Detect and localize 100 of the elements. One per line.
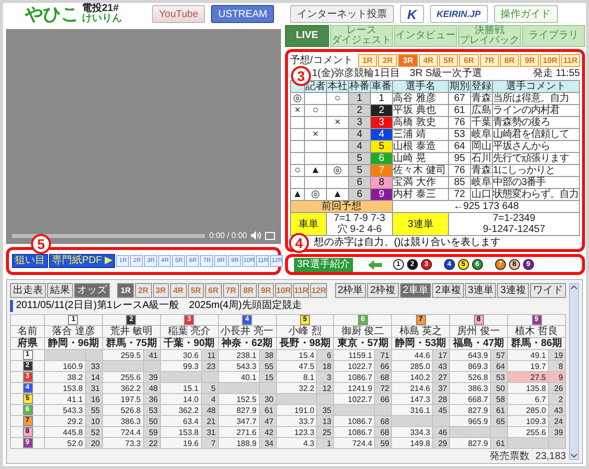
race-tab[interactable]: 8R [500, 54, 520, 67]
bet-type-tab[interactable]: 2車複 [432, 283, 464, 298]
start-time: 発走 11:55 [532, 68, 580, 79]
race-tab[interactable]: 7R [222, 283, 240, 298]
link-button[interactable]: 狙い目 [12, 254, 48, 268]
mark-cell: ○ [290, 164, 304, 176]
time-display: 0:00 / 0:00 [209, 231, 247, 240]
link-button[interactable]: YouTube [152, 5, 206, 23]
annotation-number: 5 [31, 234, 51, 254]
column-header: 選手名 [392, 80, 448, 92]
view-tab[interactable]: 結果 [47, 283, 73, 298]
race-tab[interactable]: 1R [117, 283, 134, 298]
race-tab[interactable]: 2R [378, 54, 398, 67]
intro-button[interactable]: 3R選手紹介 [294, 258, 353, 272]
tab[interactable]: LIVE [285, 25, 329, 47]
scroll-up-icon[interactable] [570, 284, 578, 290]
table-cell: ←925 173 648 [392, 200, 580, 212]
race-info: 1(金)弥彦競輪1日目 3R S級一次予選 [312, 68, 482, 79]
race-tab[interactable]: 12R [310, 283, 328, 298]
rider-name: 稲葉 亮介 [160, 326, 218, 338]
rider-name: 植木 哲良 [508, 326, 566, 338]
race-tab[interactable]: 2R [134, 283, 152, 298]
rider-name: 荒井 敏明 [102, 326, 160, 338]
rider-prefecture: 神奈・62期 [218, 338, 276, 350]
column-header: 期別 [448, 80, 470, 92]
rider-name: 柿島 英之 [392, 326, 450, 338]
race-tab[interactable]: 11R [560, 54, 580, 67]
mark-cell [290, 152, 304, 164]
table-cell: 高谷 雅彦 [392, 92, 448, 104]
logo-text: やひこ [25, 3, 79, 25]
bet-type-tab[interactable]: 3連複 [497, 283, 529, 298]
view-tab[interactable]: オッズ [74, 283, 110, 298]
table-cell: 先行で頑張ります [492, 152, 580, 164]
table-cell: 青森勢の後ろ [492, 116, 580, 128]
table-cell: 宝満 大作 [392, 176, 448, 188]
mark-cell [290, 140, 304, 152]
table-cell: 当所は得意。自力 [492, 92, 580, 104]
bet-type-tab[interactable]: 2枠複 [367, 283, 399, 298]
tab[interactable]: ライブラリ [522, 25, 585, 47]
tab[interactable]: レース ダイジェスト [330, 25, 393, 47]
race-tab[interactable]: 8R [240, 283, 257, 298]
race-tab[interactable]: 9R [520, 54, 540, 67]
rider-prefecture: 群馬・86期 [508, 338, 566, 350]
arrow-left-icon[interactable] [368, 260, 382, 270]
race-tab[interactable]: 10R [275, 283, 292, 298]
table-cell: 状態変わらず。自力 [492, 188, 580, 200]
bet-type-tab[interactable]: 2枠単 [334, 283, 366, 298]
race-tab[interactable]: 5R [188, 283, 204, 298]
note-text: 想の赤字は自力、()は競り合いを表します [314, 237, 501, 248]
race-tab[interactable]: 6R [205, 283, 222, 298]
race-tab[interactable]: 6R [459, 54, 479, 67]
race-tab[interactable]: 11R [292, 283, 310, 298]
link-button[interactable]: USTREAM [211, 5, 274, 23]
link-button[interactable]: 専門紙PDF ▶ [49, 254, 116, 268]
scroll-down-icon[interactable] [570, 453, 578, 459]
column-header: 本社 [326, 80, 348, 92]
link-button[interactable]: インターネット投票 [290, 5, 394, 23]
rider-prefecture: 千葉・90期 [160, 338, 218, 350]
race-tab[interactable]: 5R [438, 54, 458, 67]
table-cell: 山崎 晃 [392, 152, 448, 164]
race-tab[interactable]: 1R [358, 54, 378, 67]
column-header: 登録 [470, 80, 492, 92]
bet-type-tab[interactable]: 3連単 [464, 283, 496, 298]
table-cell: 7=1-2349 9-1247-12457 [448, 212, 580, 236]
tab[interactable]: 決勝戦 プレイバック [458, 25, 521, 47]
table-cell: 1にしっかりと [492, 164, 580, 176]
view-tab[interactable]: 出走表 [10, 283, 46, 298]
mark-cell: × [290, 104, 304, 116]
race-tab[interactable]: 4R [170, 283, 187, 298]
table-cell: 高橋 敦史 [392, 116, 448, 128]
mark-cell [290, 176, 304, 188]
annotation-number: 4 [289, 233, 309, 253]
race-tab[interactable]: 4R [418, 54, 438, 67]
volume-icon[interactable] [251, 231, 261, 240]
race-tab[interactable]: 7R [480, 54, 499, 67]
logo-text: けいりん [82, 14, 122, 24]
table-cell: 佐々木 健司 [392, 164, 448, 176]
scrollbar[interactable] [569, 283, 579, 460]
link-button[interactable]: K [400, 5, 424, 23]
column-header: 選手コメント [492, 80, 580, 92]
bet-type-tab[interactable]: ワイド [530, 283, 566, 298]
race-tab[interactable]: 10R [540, 54, 560, 67]
table-cell: 内村 泰三 [392, 188, 448, 200]
mark-cell: ◎ [290, 92, 304, 104]
table-cell: ラインの内村君 [492, 104, 580, 116]
rider-name: 御厨 俊二 [334, 326, 392, 338]
mark-cell [290, 116, 304, 128]
race-tab[interactable]: 3R [398, 54, 418, 67]
fullscreen-icon[interactable] [265, 232, 275, 240]
rider-prefecture: 福島・47期 [450, 338, 508, 350]
table-cell: 前回予想 [290, 200, 392, 212]
race-tab[interactable]: 9R [258, 283, 274, 298]
mark-cell [290, 128, 304, 140]
link-button[interactable]: 操作ガイド [494, 5, 558, 23]
race-tab[interactable]: 3R [152, 283, 170, 298]
tab[interactable]: インタビュー [394, 25, 457, 47]
bet-type-tab[interactable]: 2車単 [400, 283, 432, 298]
row-label: 府県 [10, 338, 44, 350]
link-button[interactable]: KEIRIN.JP [430, 5, 488, 23]
rider-name: 小峰 烈 [276, 326, 334, 338]
